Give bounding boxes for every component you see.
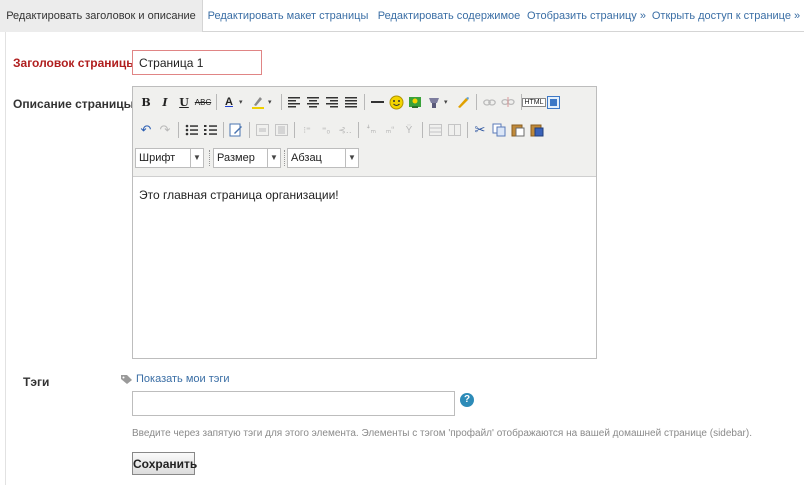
numbered-list-icon[interactable]: [201, 121, 219, 139]
editor-toolbar: B I U ABC A ▾ ▾ ▾ HTML ↶ ↷ ⁝⁼ ⁼ₒ ⊰‥ ꜜₘ ₘ…: [133, 87, 596, 177]
toolbar-separator: [178, 122, 179, 138]
bold-icon[interactable]: B: [137, 93, 155, 111]
delete-table-icon[interactable]: Ÿ: [400, 121, 418, 139]
paste-word-icon[interactable]: [528, 121, 546, 139]
chevron-down-icon: ▼: [345, 149, 358, 167]
link-icon[interactable]: [480, 93, 498, 111]
edit-icon[interactable]: [227, 121, 245, 139]
paste-icon[interactable]: [509, 121, 527, 139]
align-center-icon[interactable]: [304, 93, 322, 111]
page-title-label-text: Заголовок страницы: [13, 56, 137, 70]
cleanup-icon[interactable]: [425, 93, 443, 111]
font-family-select[interactable]: Шрифт ▼: [135, 148, 204, 168]
chevron-down-icon: ▼: [267, 149, 280, 167]
toolbar-separator: [358, 122, 359, 138]
text-color-icon[interactable]: A: [220, 93, 238, 111]
editor-content-text: Это главная страница организации!: [139, 188, 339, 202]
toolbar-row-1: B I U ABC A ▾ ▾ ▾ HTML: [137, 91, 563, 113]
toolbar-separator: [216, 94, 217, 110]
merge-cell-icon[interactable]: ₘ“: [381, 121, 399, 139]
chevron-down-icon[interactable]: ▾: [268, 98, 276, 106]
outdent-icon[interactable]: [253, 121, 271, 139]
chevron-down-icon[interactable]: ▾: [444, 98, 452, 106]
html-source-icon[interactable]: HTML: [522, 93, 546, 111]
indent-icon[interactable]: [272, 121, 290, 139]
chevron-down-icon: ▼: [190, 149, 203, 167]
align-left-icon[interactable]: [285, 93, 303, 111]
tags-hint-text: Введите через запятую тэги для этого эле…: [132, 428, 752, 439]
tags-input[interactable]: [132, 391, 455, 416]
page-title-input[interactable]: [132, 50, 262, 75]
undo-icon[interactable]: ↶: [137, 121, 155, 139]
fullscreen-icon[interactable]: [544, 93, 562, 111]
page-title-label: Заголовок страницы *: [13, 56, 145, 70]
table-props-icon[interactable]: [426, 121, 444, 139]
underline-icon[interactable]: U: [175, 93, 193, 111]
table-insert-icon[interactable]: ⁝⁼: [298, 121, 316, 139]
align-right-icon[interactable]: [323, 93, 341, 111]
tab-view-page[interactable]: Отобразить страницу »: [525, 0, 648, 32]
page-description-label: Описание страницы: [13, 97, 134, 111]
tab-edit-title-description[interactable]: Редактировать заголовок и описание: [0, 0, 203, 32]
redo-icon[interactable]: ↷: [156, 121, 174, 139]
paragraph-format-select[interactable]: Абзац ▼: [287, 148, 359, 168]
tags-label: Тэги: [23, 375, 50, 389]
font-size-select[interactable]: Размер ▼: [213, 148, 281, 168]
toolbar-row-2: ↶ ↷ ⁝⁼ ⁼ₒ ⊰‥ ꜜₘ ₘ“ Ÿ ✂: [137, 119, 547, 141]
italic-icon[interactable]: I: [156, 93, 174, 111]
chevron-down-icon[interactable]: ▾: [239, 98, 247, 106]
help-icon[interactable]: ?: [460, 393, 474, 407]
table-row-icon[interactable]: ⁼ₒ: [317, 121, 335, 139]
cell-props-icon[interactable]: [445, 121, 463, 139]
tab-edit-page-layout[interactable]: Редактировать макет страницы: [203, 0, 373, 32]
toolbar-separator: [422, 122, 423, 138]
toolbar-separator: [223, 122, 224, 138]
justify-icon[interactable]: [342, 93, 360, 111]
toolbar-separator: [281, 94, 282, 110]
split-cell-icon[interactable]: ꜜₘ: [362, 121, 380, 139]
toolbar-separator: [249, 122, 250, 138]
editor-content-area[interactable]: Это главная страница организации!: [133, 178, 596, 358]
highlight-color-icon[interactable]: [249, 93, 267, 111]
tab-bar: Редактировать заголовок и описание Редак…: [0, 0, 804, 32]
tab-edit-content[interactable]: Редактировать содержимое: [373, 0, 525, 32]
font-family-select-value: Шрифт: [139, 152, 176, 164]
tab-share-page[interactable]: Открыть доступ к странице »: [648, 0, 804, 32]
emoticon-icon[interactable]: [387, 93, 405, 111]
image-icon[interactable]: [406, 93, 424, 111]
toolbar-grip: [209, 150, 211, 166]
tag-icon: [121, 374, 132, 384]
cut-icon[interactable]: ✂: [471, 121, 489, 139]
unlink-icon[interactable]: [499, 93, 517, 111]
toolbar-separator: [294, 122, 295, 138]
font-size-select-value: Размер: [217, 152, 255, 164]
left-border-line: [5, 32, 6, 485]
paragraph-format-select-value: Абзац: [291, 152, 322, 164]
strikethrough-icon[interactable]: ABC: [194, 93, 212, 111]
rich-text-editor: B I U ABC A ▾ ▾ ▾ HTML ↶ ↷ ⁝⁼ ⁼ₒ ⊰‥ ꜜₘ ₘ…: [132, 86, 597, 359]
toolbar-separator: [476, 94, 477, 110]
save-button[interactable]: Сохранить: [132, 452, 197, 475]
toolbar-separator: [467, 122, 468, 138]
copy-icon[interactable]: [490, 121, 508, 139]
show-my-tags-link[interactable]: Показать мои тэги: [120, 373, 230, 385]
show-my-tags-label: Показать мои тэги: [136, 373, 230, 385]
horizontal-rule-icon[interactable]: [368, 93, 386, 111]
spellcheck-icon[interactable]: [454, 93, 472, 111]
table-col-icon[interactable]: ⊰‥: [336, 121, 354, 139]
bullet-list-icon[interactable]: [182, 121, 200, 139]
toolbar-grip: [284, 150, 286, 166]
toolbar-separator: [364, 94, 365, 110]
